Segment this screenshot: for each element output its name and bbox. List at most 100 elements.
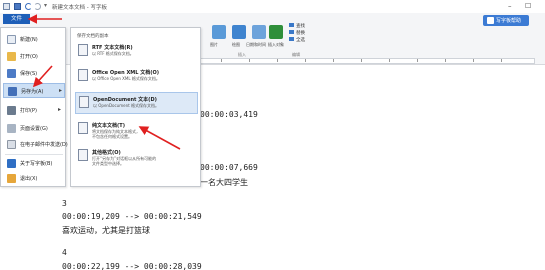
ruler[interactable] (200, 58, 535, 64)
minimize-button[interactable]: – (508, 2, 512, 10)
menu-divider (5, 154, 63, 155)
insert-object-label: 插入对象 (268, 42, 284, 47)
ruler-tick (417, 59, 418, 62)
submenu-item-desc: 以 Office Open XML 格式保存文档。 (92, 76, 160, 81)
help-icon (487, 17, 494, 24)
text-document-icon (78, 122, 88, 134)
submenu-item-title: RTF 文本文档(R) (92, 45, 133, 51)
ruler-tick (361, 59, 362, 62)
chevron-right-icon: ▸ (59, 87, 63, 94)
document-line: 00:00:0​3,419 (200, 110, 258, 119)
file-tab[interactable]: 文件 (3, 14, 30, 24)
menu-item-label: 关于写字板(B) (20, 161, 53, 167)
menu-item-label: 退出(X) (20, 176, 38, 182)
app-document-icon (3, 3, 10, 10)
menu-item-print[interactable]: 打印(P) ▸ (3, 103, 65, 118)
document-line: 一名大四学生 (200, 178, 248, 187)
ooxml-document-icon (78, 69, 88, 81)
ruler-tick (249, 59, 250, 62)
info-icon (7, 159, 16, 168)
find-icon[interactable] (289, 23, 294, 27)
email-icon (7, 140, 16, 149)
submenu-item-title: 纯文本文档(T) (92, 123, 125, 129)
chevron-right-icon: ▸ (58, 106, 62, 113)
insert-object-button[interactable] (269, 25, 283, 39)
ruler-tick (445, 59, 446, 62)
printer-icon (7, 106, 16, 115)
submenu-item-title: 其他格式(O) (92, 150, 121, 156)
window-title: 新建文本文档 - 写字板 (52, 5, 107, 11)
other-formats-icon (78, 149, 88, 161)
replace-icon[interactable] (289, 30, 294, 34)
menu-item-about[interactable]: 关于写字板(B) (3, 156, 65, 171)
quick-access-customize-icon[interactable]: ▾ (44, 2, 47, 9)
help-button-label: 写字板帮助 (496, 18, 522, 24)
save-as-odt[interactable]: OpenDocument 文本(D) 以 OpenDocument 格式保存文档… (75, 92, 198, 114)
menu-item-label: 打印(P) (20, 108, 37, 114)
menu-item-label: 打开(O) (20, 54, 38, 60)
open-folder-icon (7, 52, 16, 61)
submenu-item-desc: 不包含任何格式设置。 (92, 134, 132, 139)
insert-picture-label: 图片 (210, 42, 218, 47)
menu-item-email[interactable]: 在电子邮件中发送(D) (3, 137, 68, 152)
title-bar: ▾ 新建文本文档 - 写字板 – ☐ (0, 0, 545, 13)
select-all-button[interactable]: 全选 (296, 37, 305, 43)
ruler-tick (389, 59, 390, 62)
save-as-plain-text[interactable]: 纯文本文档(T) 将文档保存为纯文本格式， 不包含任何格式设置。 (75, 119, 198, 141)
insert-picture-button[interactable] (212, 25, 226, 39)
insert-drawing-label: 绘图 (232, 42, 240, 47)
find-button[interactable]: 查找 (296, 23, 305, 29)
maximize-button[interactable]: ☐ (525, 2, 531, 10)
menu-item-label: 在电子邮件中发送(D) (20, 142, 68, 148)
menu-item-exit[interactable]: 退出(X) (3, 171, 65, 186)
save-as-icon (8, 87, 17, 96)
save-as-ooxml[interactable]: Office Open XML 文档(O) 以 Office Open XML … (75, 66, 198, 88)
page-setup-icon (7, 124, 16, 133)
insert-drawing-button[interactable] (232, 25, 246, 39)
insert-datetime-label: 日期和时间 (246, 42, 266, 47)
save-as-other[interactable]: 其他格式(O) 打开“另存为”对话框以从所有可能的 文件类型中选择。 (75, 146, 198, 168)
help-button[interactable]: 写字板帮助 (483, 15, 529, 26)
ruler-tick (501, 59, 502, 62)
document-line: 00:00:22,199 --> 00:00:28,039 (62, 262, 202, 270)
document-line: 3 (62, 199, 67, 208)
menu-item-label: 页面设置(G) (20, 126, 48, 132)
ruler-tick (473, 59, 474, 62)
menu-item-label: 保存(S) (20, 71, 38, 77)
insert-datetime-button[interactable] (252, 25, 266, 39)
undo-icon[interactable] (25, 3, 32, 10)
submenu-header: 保存文档的副本 (77, 34, 109, 39)
ruler-tick (221, 59, 222, 62)
menu-item-open[interactable]: 打开(O) (3, 49, 65, 64)
menu-item-new[interactable]: 新建(N) (3, 32, 65, 47)
select-all-icon[interactable] (289, 37, 294, 41)
save-disk-icon (7, 69, 16, 78)
menu-item-label: 新建(N) (20, 37, 38, 43)
menu-item-label: 另存为(A) (21, 89, 44, 95)
document-line: 4 (62, 248, 67, 257)
save-as-rtf[interactable]: RTF 文本文档(R) 以 RTF 格式保存文档。 (75, 41, 198, 63)
submenu-item-desc: 文件类型中选择。 (92, 161, 124, 166)
document-line: 00:00:0​7,669 (200, 163, 258, 172)
ruler-tick (305, 59, 306, 62)
document-line: 喜欢运动，尤其是打篮球 (62, 226, 150, 235)
save-as-submenu: 保存文档的副本 RTF 文本文档(R) 以 RTF 格式保存文档。 Office… (70, 27, 201, 187)
submenu-item-title: OpenDocument 文本(D) (93, 97, 157, 103)
menu-item-save[interactable]: 保存(S) (3, 66, 65, 81)
quick-save-icon[interactable] (14, 3, 21, 10)
ruler-tick (333, 59, 334, 62)
submenu-item-desc: 以 RTF 格式保存文档。 (92, 51, 134, 56)
ruler-tick (277, 59, 278, 62)
menu-item-page-setup[interactable]: 页面设置(G) (3, 121, 65, 136)
new-document-icon (7, 35, 16, 44)
rtf-document-icon (78, 44, 88, 56)
submenu-item-desc: 以 OpenDocument 格式保存文档。 (93, 103, 159, 108)
document-line: 00:00:19,209 --> 00:00:21,549 (62, 212, 202, 221)
submenu-item-title: Office Open XML 文档(O) (92, 70, 160, 76)
redo-icon[interactable] (34, 3, 41, 10)
exit-icon (7, 174, 16, 183)
menu-item-save-as[interactable]: 另存为(A) ▸ (3, 83, 65, 98)
odt-document-icon (79, 96, 89, 108)
replace-button[interactable]: 替换 (296, 30, 305, 36)
file-menu: 新建(N) 打开(O) 保存(S) 另存为(A) ▸ 打印(P) ▸ 页面设置(… (0, 27, 68, 187)
